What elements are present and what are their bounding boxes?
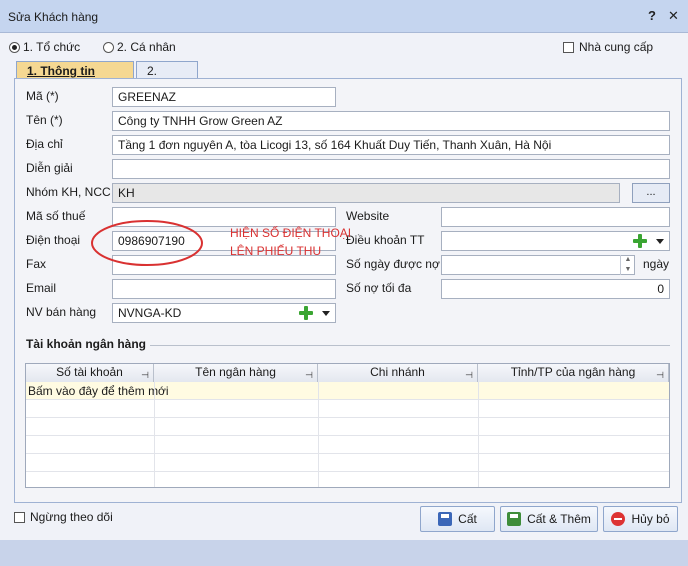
close-button[interactable]: ✕ [668,8,679,24]
group-label: Nhóm KH, NCC [26,185,111,199]
checkbox-box-icon [14,511,25,523]
debt-days-unit: ngày [643,257,670,271]
col-bank-name[interactable]: Tên ngân hàng ⊣ [154,364,318,382]
checkbox-box-icon [563,41,574,53]
debt-days-spinner[interactable]: ▲ ▼ [620,255,635,275]
website-label: Website [346,209,390,223]
address-input[interactable]: Tầng 1 đơn nguyên A, tòa Licogi 13, số 1… [112,135,670,155]
bank-accounts-grid: Số tài khoản ⊣ Tên ngân hàng ⊣ Chi nhánh… [25,363,670,488]
max-debt-label: Số nợ tối đa [346,281,412,295]
chevron-down-icon[interactable] [322,311,330,316]
bottom-bar [0,540,688,566]
stop-tracking-checkbox[interactable]: Ngừng theo dõi [14,510,113,524]
description-label: Diễn giải [26,161,73,175]
email-label: Email [26,281,57,295]
table-row[interactable] [26,454,669,472]
add-payment-term-icon[interactable] [632,233,648,249]
section-divider [150,345,670,346]
name-label: Tên (*) [26,113,63,127]
radio-organization[interactable]: 1. Tổ chức [9,40,80,54]
annotation-line-2: LÊN PHIẾU THU [230,244,322,258]
code-input[interactable]: GREENAZ [112,87,336,107]
save-button[interactable]: Cất [420,506,495,532]
annotation-circle-icon [91,220,203,266]
add-new-row-text: Bấm vào đây để thêm mới [28,384,169,398]
annotation-line-1: HIỆN SỐ ĐIỆN THOẠI [230,226,352,240]
code-label: Mã (*) [26,89,59,103]
save-and-add-button[interactable]: Cất & Thêm [500,506,598,532]
bank-section-title: Tài khoản ngân hàng [26,337,147,351]
add-new-row[interactable]: Bấm vào đây để thêm mới [26,382,669,400]
group-browse-button[interactable]: ... [632,183,670,203]
chevron-down-icon[interactable] [656,239,664,244]
dialog-body: 1. Tổ chức 2. Cá nhân Nhà cung cấp 1. Th… [0,33,688,566]
add-salesperson-icon[interactable] [298,305,314,321]
window-title: Sửa Khách hàng [8,10,99,24]
table-row[interactable] [26,400,669,418]
phone-label: Điện thoại [26,233,81,247]
col-bank-province[interactable]: Tỉnh/TP của ngân hàng ⊣ [478,364,669,382]
table-row[interactable] [26,436,669,454]
tab-other[interactable]: 2. Khác [136,61,198,92]
supplier-checkbox[interactable]: Nhà cung cấp [563,40,653,54]
radio-person-label: 2. Cá nhân [117,40,176,54]
email-input[interactable] [112,279,336,299]
debt-days-label: Số ngày được nợ [346,257,440,271]
col-branch[interactable]: Chi nhánh ⊣ [318,364,478,382]
save-new-icon [507,512,522,526]
general-info-panel: Mã (*) GREENAZ Tên (*) Công ty TNHH Grow… [14,78,682,503]
grid-divider [318,382,319,487]
tab-general-info[interactable]: 1. Thông tin chung [16,61,134,92]
payment-terms-label: Điều khoản TT [346,233,425,247]
save-icon [438,512,453,526]
fax-label: Fax [26,257,47,271]
grid-divider [478,382,479,487]
supplier-label: Nhà cung cấp [579,40,654,54]
tax-code-label: Mã số thuế [26,209,86,223]
col-account-number[interactable]: Số tài khoản ⊣ [26,364,154,382]
debt-days-input[interactable] [441,255,635,275]
radio-dot-icon [103,41,114,53]
max-debt-input[interactable]: 0 [441,279,670,299]
cancel-button[interactable]: Hủy bỏ [603,506,678,532]
help-button[interactable]: ? [648,8,656,23]
address-label: Địa chỉ [26,137,63,151]
cancel-icon [611,512,626,526]
website-input[interactable] [441,207,670,227]
spin-down-icon[interactable]: ▼ [621,265,635,275]
salesperson-label: NV bán hàng [26,305,97,319]
title-bar: Sửa Khách hàng ? ✕ [0,0,688,33]
radio-dot-icon [9,41,20,53]
radio-person[interactable]: 2. Cá nhân [103,40,176,54]
group-input[interactable]: KH [112,183,620,203]
description-input[interactable] [112,159,670,179]
grid-divider [154,382,155,487]
grid-header: Số tài khoản ⊣ Tên ngân hàng ⊣ Chi nhánh… [26,364,669,383]
table-row[interactable] [26,418,669,436]
name-input[interactable]: Công ty TNHH Grow Green AZ [112,111,670,131]
stop-tracking-label: Ngừng theo dõi [30,510,113,524]
spin-up-icon[interactable]: ▲ [621,255,635,265]
radio-org-label: 1. Tổ chức [23,40,81,54]
